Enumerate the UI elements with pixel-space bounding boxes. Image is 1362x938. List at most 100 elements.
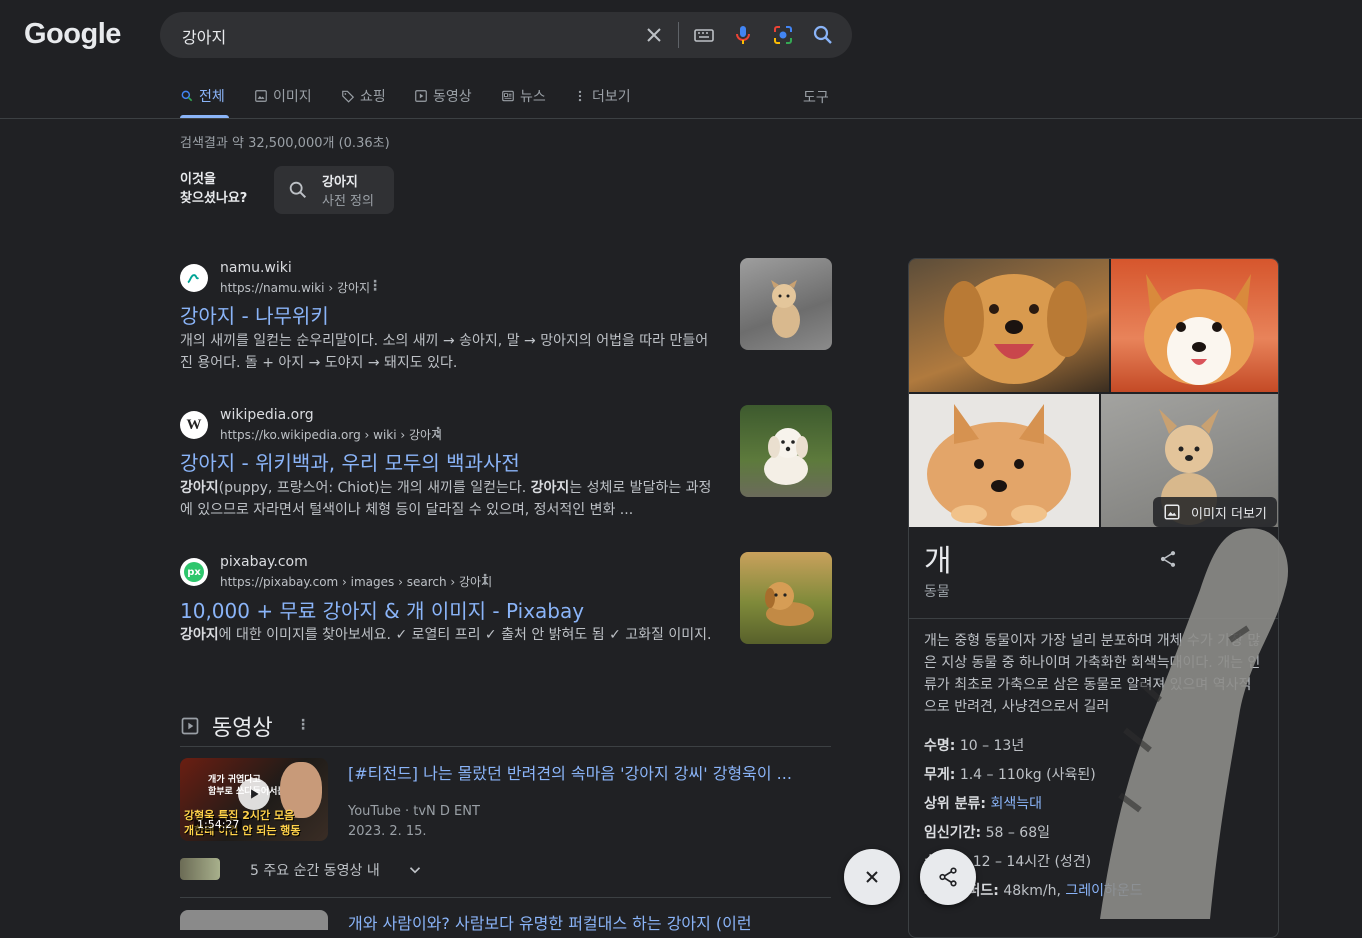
moments-thumbnail — [180, 858, 220, 880]
did-you-mean-subtitle: 사전 정의 — [322, 194, 374, 209]
search-icon — [289, 181, 307, 199]
fact-key: 수명: — [924, 738, 956, 754]
puppy-image — [765, 582, 814, 626]
lens-icon[interactable] — [771, 23, 795, 47]
fact-link[interactable]: 회색늑대 — [990, 796, 1042, 812]
video-duration: 1:54:27 — [194, 818, 243, 831]
result-url[interactable]: https://pixabay.com › images › search › … — [220, 573, 492, 590]
kp-image-golden-retriever[interactable] — [909, 259, 1109, 392]
kp-image-corgi[interactable] — [1111, 259, 1278, 392]
tab-images[interactable]: 이미지 — [254, 87, 312, 105]
play-icon[interactable] — [238, 778, 270, 810]
close-icon — [866, 871, 878, 883]
result-site-name[interactable]: pixabay.com — [220, 554, 308, 570]
search-icon[interactable] — [811, 23, 835, 47]
microphone-icon[interactable] — [731, 23, 755, 47]
fact-key: 임신기간: — [924, 825, 982, 841]
tab-news[interactable]: 뉴스 — [501, 87, 546, 105]
result-title[interactable]: 강아지 - 위키백과, 우리 모두의 백과사전 — [180, 447, 520, 476]
result-thumbnail[interactable] — [740, 552, 832, 644]
google-logo[interactable]: Google — [24, 18, 121, 51]
more-vert-icon — [578, 90, 582, 102]
result-title[interactable]: 10,000 + 무료 강아지 & 개 이미지 - Pixabay — [180, 595, 584, 624]
tab-label: 전체 — [199, 89, 225, 105]
video-title[interactable]: 개와 사람이와? 사람보다 유명한 퍼컬대스 하는 강아지 (이런 — [348, 910, 752, 934]
divider — [180, 897, 831, 898]
kp-fact-lifespan: 수명: 10 – 13년 — [924, 735, 1024, 755]
kp-image-pomeranian[interactable] — [909, 394, 1099, 527]
tab-label: 쇼핑 — [360, 89, 386, 105]
search-divider — [678, 22, 679, 48]
did-you-mean-label: 이것을 찾으셨나요? — [180, 172, 248, 206]
fact-value: 48km/h, — [1003, 883, 1066, 899]
did-you-mean-title[interactable]: 강아지 — [322, 171, 358, 190]
chevron-down-icon[interactable] — [406, 861, 424, 879]
result-snippet: 강아지에 대한 이미지를 찾아보세요. ✓ 로열티 프리 ✓ 출처 안 밝혀도 … — [180, 624, 720, 646]
share-icon — [939, 867, 957, 887]
video-thumbnail[interactable]: 개가 귀엽다고 함부로 쓰다듬어서는 강형욱 특집 2시간 모음 개한테 이건 … — [180, 758, 328, 841]
tab-all[interactable]: 전체 — [180, 87, 225, 105]
fact-value: 58 – 68일 — [985, 825, 1050, 841]
search-icon — [181, 90, 193, 102]
snippet-bold: 강아지 — [180, 480, 219, 496]
tab-videos[interactable]: 동영상 — [414, 87, 472, 105]
more-options-icon[interactable]: ⋮ — [431, 425, 445, 441]
result-thumbnail[interactable] — [740, 258, 832, 350]
tools-button[interactable]: 도구 — [803, 87, 829, 107]
close-button[interactable] — [844, 849, 900, 905]
fact-value: 12 – 14시간 (성견) — [972, 854, 1092, 870]
clear-icon[interactable] — [642, 23, 666, 47]
tab-shopping[interactable]: 쇼핑 — [341, 87, 386, 105]
header-divider — [0, 118, 1362, 119]
kp-subtitle: 동물 — [924, 584, 950, 600]
result-site-name[interactable]: namu.wiki — [220, 260, 292, 276]
video-source: YouTube · tvN D ENT — [348, 804, 480, 819]
more-images-label: 이미지 더보기 — [1191, 506, 1267, 522]
video-thumbnail[interactable] — [180, 910, 328, 930]
snippet-text: 에 대한 이미지를 찾아보세요. ✓ 로열티 프리 ✓ 출처 안 밝혀도 됨 ✓… — [218, 627, 712, 643]
pixabay-favicon: px — [180, 558, 208, 586]
tag-icon — [342, 90, 355, 103]
image-icon — [1164, 504, 1180, 520]
result-url[interactable]: https://ko.wikipedia.org › wiki › 강아지 — [220, 426, 442, 443]
tab-more[interactable]: 더보기 — [573, 87, 631, 105]
fact-value: 10 – 13년 — [959, 738, 1025, 754]
share-button[interactable] — [920, 849, 976, 905]
result-snippet: 개의 새끼를 일컫는 순우리말이다. 소의 새끼 → 송아지, 말 → 망아지의… — [180, 333, 709, 371]
fact-value: 1.4 – 110kg (사육된) — [959, 767, 1096, 783]
puppy-image — [771, 280, 800, 338]
divider — [180, 746, 831, 747]
result-url[interactable]: https://namu.wiki › 강아지 — [220, 279, 370, 296]
result-thumbnail[interactable] — [740, 405, 832, 497]
video-title[interactable]: [#티전드] 나는 몰랐던 반려견의 속마음 '강아지 강씨' 강형욱이 ... — [348, 760, 792, 784]
tab-label: 더보기 — [592, 89, 631, 105]
videos-heading: 동영상 — [212, 716, 273, 741]
more-options-icon[interactable]: ⋮ — [368, 278, 382, 294]
tab-label: 동영상 — [433, 89, 472, 105]
play-icon — [415, 90, 427, 102]
more-options-icon[interactable]: ⋮ — [478, 572, 492, 588]
kp-fact-gestation: 임신기간: 58 – 68일 — [924, 822, 1050, 842]
search-box[interactable]: 강아지 — [160, 12, 852, 58]
overlay-animation — [1100, 528, 1288, 919]
wikipedia-favicon: W — [180, 411, 208, 439]
news-icon — [502, 90, 514, 102]
tab-label: 이미지 — [273, 89, 312, 105]
result-site-name[interactable]: wikipedia.org — [220, 407, 314, 423]
namu-wiki-favicon — [180, 264, 208, 292]
result-stats: 검색결과 약 32,500,000개 (0.36초) — [180, 136, 390, 151]
keyboard-icon[interactable] — [692, 23, 716, 47]
snippet-bold: 강아지 — [180, 627, 219, 643]
fact-key: 무게: — [924, 767, 956, 783]
kp-fact-taxonomy: 상위 분류: 회색늑대 — [924, 793, 1042, 813]
tab-label: 뉴스 — [520, 89, 546, 105]
search-input[interactable]: 강아지 — [182, 24, 226, 48]
snippet-text: (puppy, 프랑스어: Chiot)는 개의 새끼를 일컫는다. — [218, 480, 531, 496]
fact-key: 상위 분류: — [924, 796, 986, 812]
result-title[interactable]: 강아지 - 나무위키 — [180, 300, 329, 329]
kp-fact-weight: 무게: 1.4 – 110kg (사육된) — [924, 764, 1096, 784]
key-moments-toggle[interactable]: 5 주요 순간 동영상 내 — [250, 860, 380, 880]
video-date: 2023. 2. 15. — [348, 824, 427, 839]
result-snippet: 강아지(puppy, 프랑스어: Chiot)는 개의 새끼를 일컫는다. 강아… — [180, 477, 720, 521]
more-options-icon[interactable]: ⋮ — [296, 717, 310, 733]
